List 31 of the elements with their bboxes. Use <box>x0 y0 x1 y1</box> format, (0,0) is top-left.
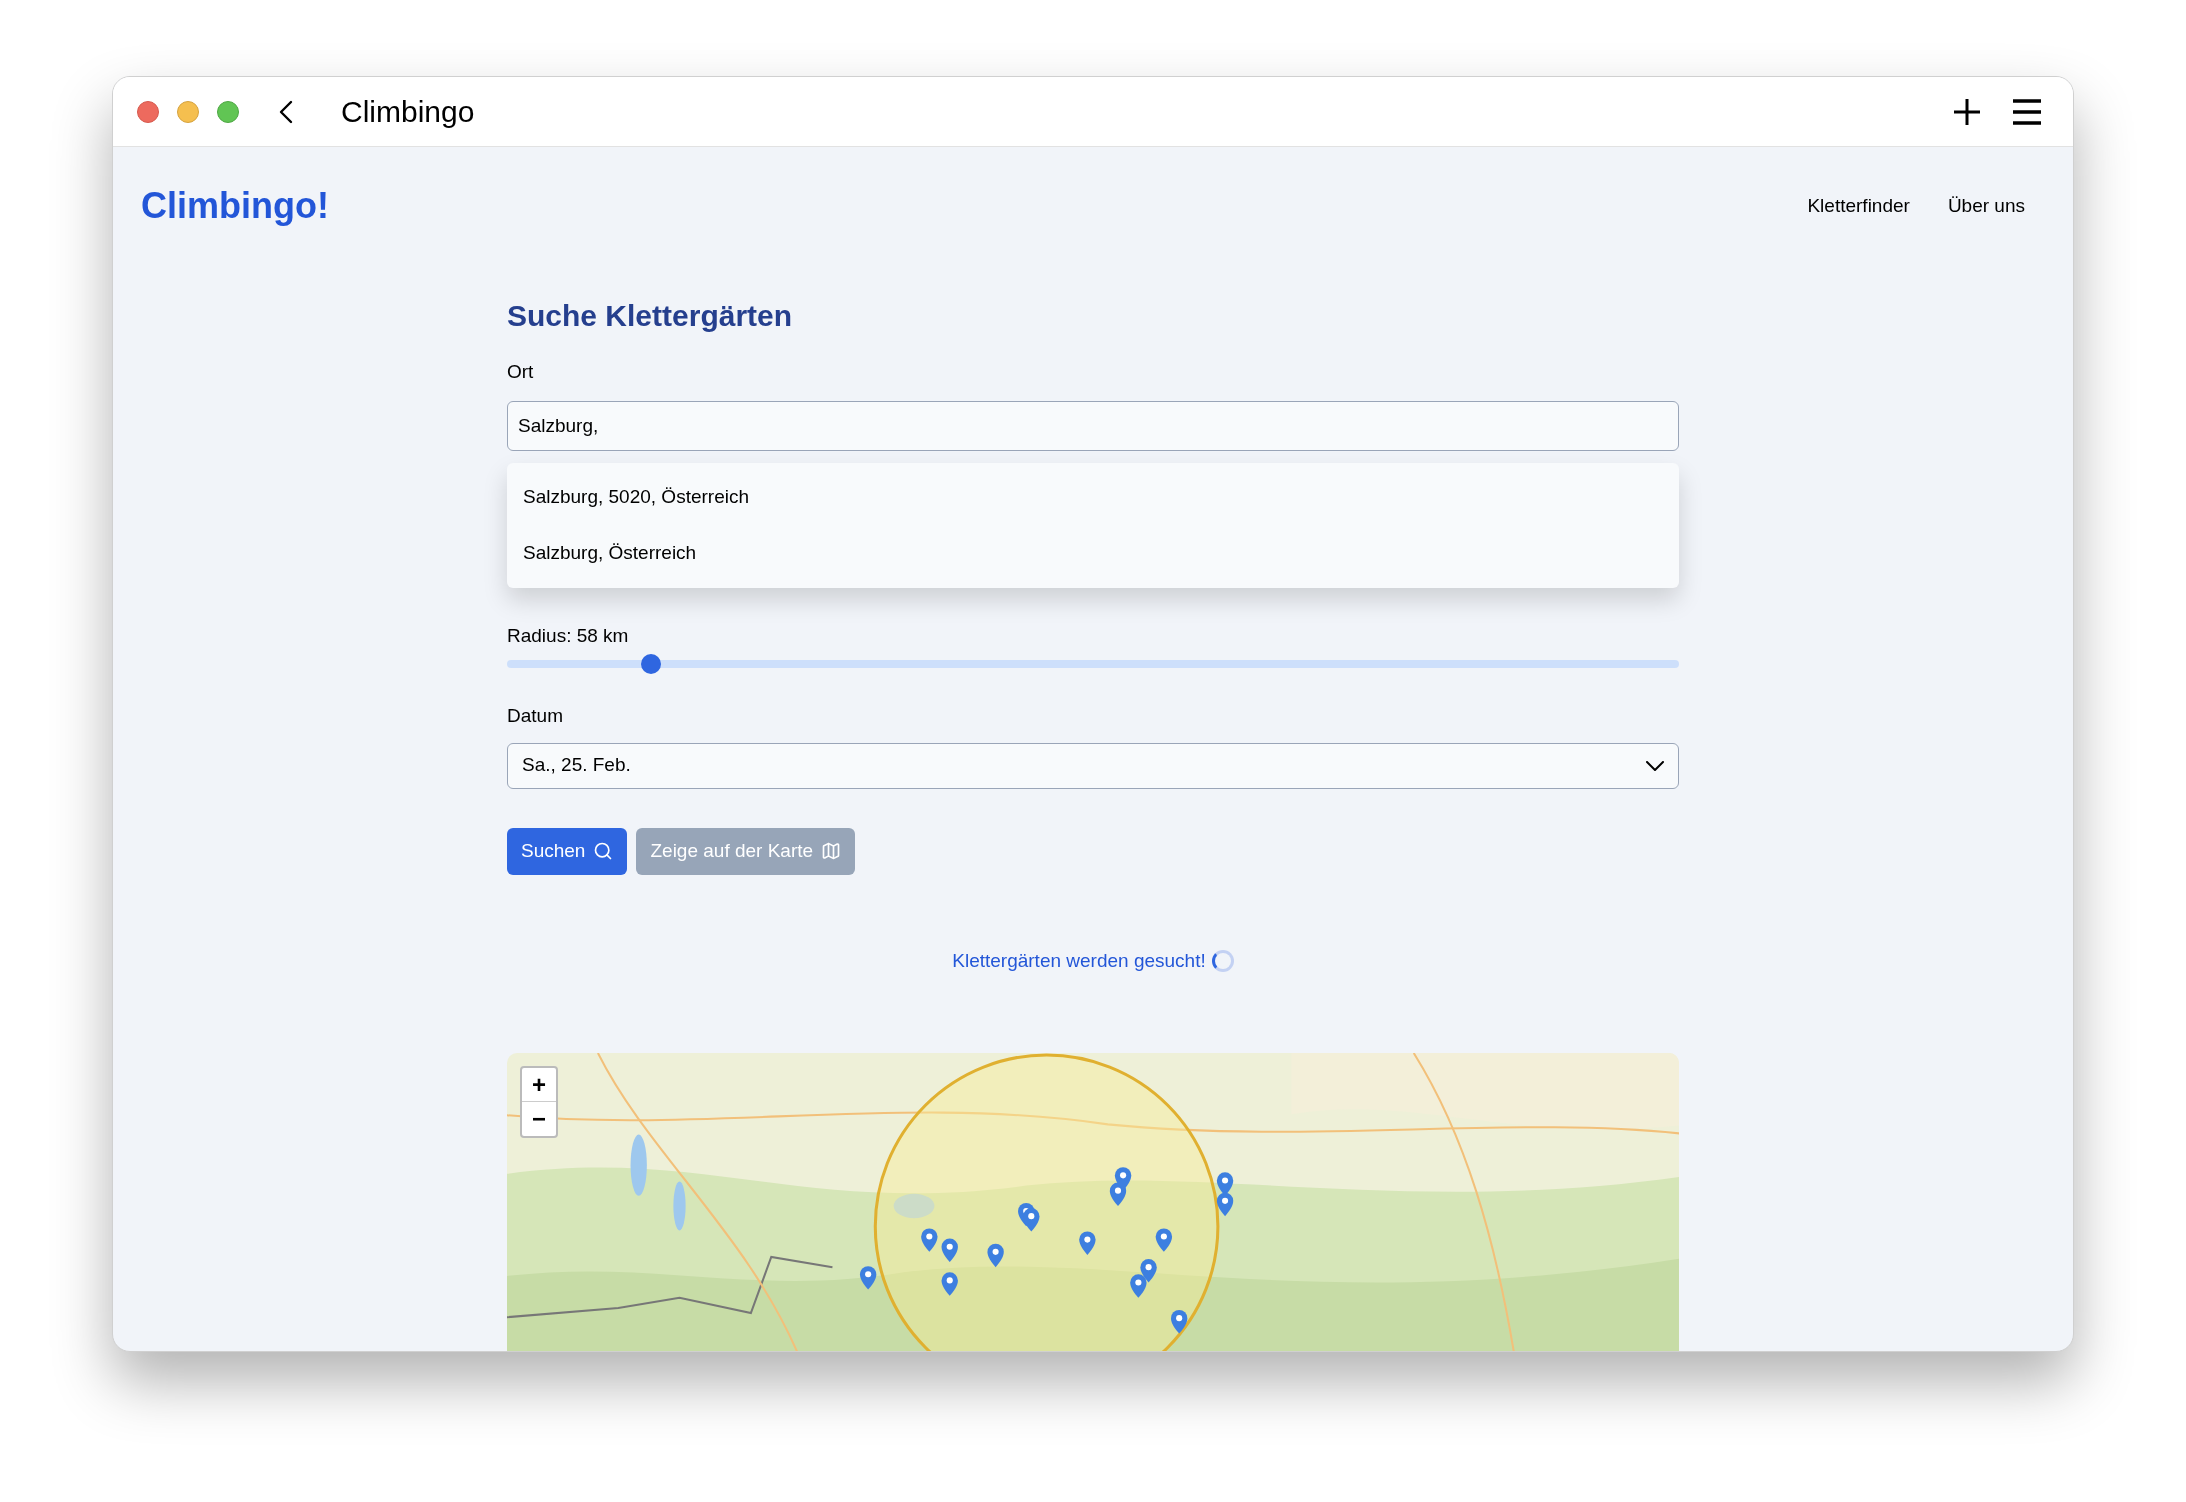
radius-label: Radius: 58 km <box>507 623 630 648</box>
back-icon <box>279 99 293 124</box>
section-heading: Suche Klettergärten <box>507 298 794 334</box>
spinner-icon <box>1211 949 1234 972</box>
plus-icon <box>1953 97 1981 126</box>
menu-button[interactable] <box>2013 98 2041 125</box>
slider-thumb[interactable] <box>641 654 662 674</box>
date-select[interactable]: Sa., 25. Feb. <box>507 742 1679 789</box>
search-icon <box>593 841 614 861</box>
location-field[interactable]: Salzburg, <box>507 400 1679 451</box>
zoom-out-button[interactable]: − <box>522 1102 556 1136</box>
suggestion-item[interactable]: Salzburg, 5020, Österreich <box>507 468 1679 525</box>
suggestion-item[interactable]: Salzburg, Österreich <box>507 525 1679 582</box>
close-button[interactable] <box>137 100 159 123</box>
map[interactable]: + − <box>507 1053 1679 1351</box>
field-label: Datum <box>507 704 564 728</box>
maximize-button[interactable] <box>217 100 239 123</box>
search-button[interactable]: Suchen <box>507 827 628 875</box>
radius-slider[interactable] <box>507 654 1679 674</box>
back-button[interactable] <box>279 99 293 124</box>
zoom-in-button[interactable]: + <box>522 1068 556 1102</box>
status-text: Klettergärten werden gesucht! <box>952 948 1206 973</box>
window-title: Climbingo <box>341 94 475 130</box>
field-label: Ort <box>507 360 535 384</box>
map-icon <box>821 841 842 861</box>
chevron-icon <box>1646 760 1664 771</box>
nav-link[interactable]: Kletterfinder <box>1807 191 1910 221</box>
nav-link[interactable]: Über uns <box>1947 191 2025 221</box>
add-button[interactable] <box>1953 97 1981 126</box>
menu-icon <box>2013 98 2041 125</box>
logo[interactable]: Climbingo! <box>141 179 329 233</box>
